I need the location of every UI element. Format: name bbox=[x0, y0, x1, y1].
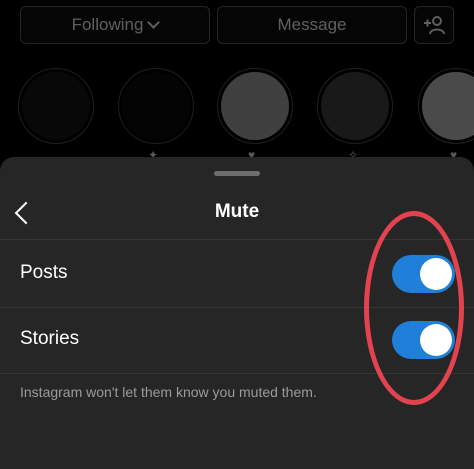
sheet-grabber[interactable] bbox=[214, 171, 260, 176]
mute-posts-label: Posts bbox=[20, 262, 68, 283]
toggle-knob bbox=[420, 324, 452, 356]
highlight-item[interactable] bbox=[317, 68, 393, 144]
chevron-down-icon bbox=[147, 16, 161, 29]
highlight-item[interactable] bbox=[418, 68, 474, 144]
mute-posts-row: Posts bbox=[0, 241, 474, 308]
mute-stories-toggle[interactable] bbox=[392, 321, 455, 359]
following-label: Following bbox=[71, 15, 144, 34]
add-user-icon bbox=[424, 16, 445, 35]
highlight-item[interactable] bbox=[18, 68, 94, 144]
highlight-item[interactable] bbox=[217, 68, 293, 144]
add-user-button[interactable] bbox=[414, 6, 454, 44]
story-highlights: ✦ ♥ ✧ ♥ bbox=[18, 68, 474, 162]
sheet-header: Mute bbox=[0, 187, 474, 240]
profile-action-row: Following Message bbox=[20, 6, 454, 46]
highlight-item[interactable] bbox=[118, 68, 194, 144]
mute-posts-toggle[interactable] bbox=[392, 255, 455, 293]
following-button[interactable]: Following bbox=[20, 6, 210, 44]
mute-note: Instagram won't let them know you muted … bbox=[20, 384, 317, 400]
message-label: Message bbox=[277, 15, 347, 34]
profile-background: Following Message ✦ ♥ ✧ ♥ bbox=[0, 0, 474, 162]
screen: Following Message ✦ ♥ ✧ ♥ Mute Posts Sto… bbox=[0, 0, 474, 469]
mute-stories-row: Stories bbox=[0, 307, 474, 374]
toggle-knob bbox=[420, 258, 452, 290]
message-button[interactable]: Message bbox=[217, 6, 407, 44]
mute-stories-label: Stories bbox=[20, 328, 80, 349]
mute-bottom-sheet: Mute Posts Stories Instagram won't let t… bbox=[0, 157, 474, 469]
sheet-title: Mute bbox=[214, 201, 260, 222]
